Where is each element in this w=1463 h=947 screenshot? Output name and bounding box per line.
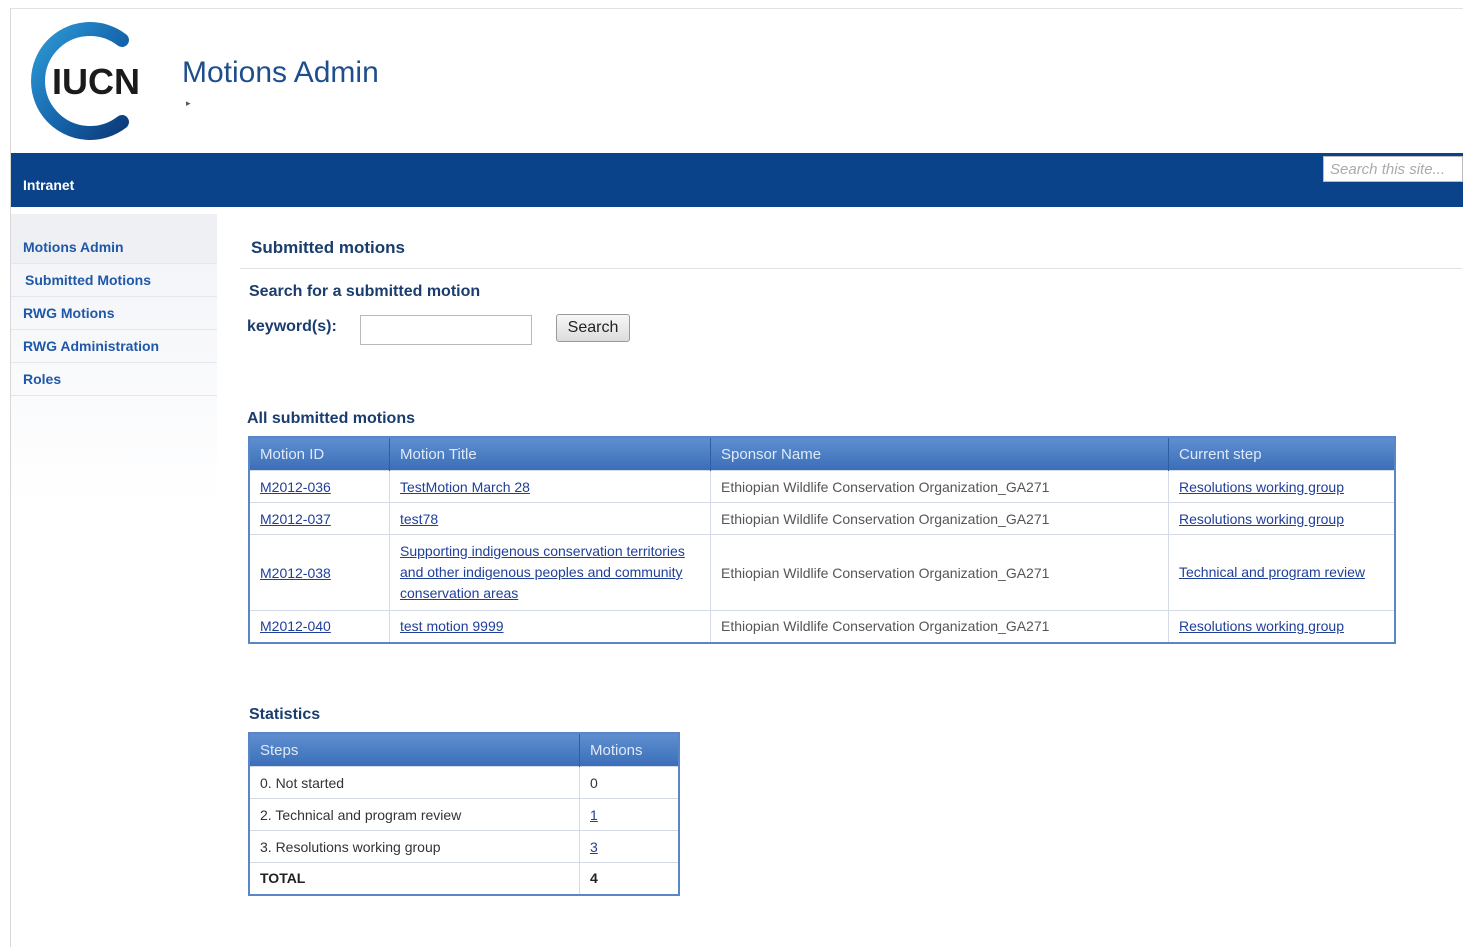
table-row: M2012-037 test78 Ethiopian Wildlife Cons… [248, 502, 1396, 535]
table-header-row: Steps Motions [249, 733, 680, 767]
step-count-link[interactable]: 3 [590, 839, 598, 855]
sidebar-item-roles[interactable]: Roles [11, 363, 217, 396]
sponsor-name: Ethiopian Wildlife Conservation Organiza… [710, 470, 1169, 503]
column-header[interactable]: Current step [1168, 437, 1396, 471]
motion-id-link[interactable]: M2012-038 [260, 565, 331, 581]
motion-title-link[interactable]: TestMotion March 28 [400, 479, 530, 495]
site-title: Motions Admin [182, 56, 379, 89]
page-title: Submitted motions [251, 238, 405, 257]
sidebar-item-rwg-administration[interactable]: RWG Administration [11, 330, 217, 363]
statistics-heading: Statistics [249, 706, 321, 723]
step-count-link[interactable]: 1 [590, 807, 598, 823]
sponsor-name: Ethiopian Wildlife Conservation Organiza… [710, 502, 1169, 535]
sidebar-item-submitted-motions[interactable]: Submitted Motions [11, 264, 217, 297]
keyword-input[interactable] [360, 315, 532, 345]
site-search-input[interactable] [1323, 156, 1463, 182]
divider [240, 268, 1462, 269]
column-header[interactable]: Motion ID [249, 437, 390, 471]
table-row: M2012-038 Supporting indigenous conserva… [248, 534, 1396, 611]
sponsor-name: Ethiopian Wildlife Conservation Organiza… [710, 534, 1169, 611]
total-label: TOTAL [248, 862, 580, 895]
current-step-link[interactable]: Resolutions working group [1179, 479, 1344, 495]
total-count: 4 [579, 862, 680, 895]
statistics-table: Steps Motions 0. Not started 0 2. Techni… [248, 732, 680, 896]
intranet-link[interactable]: Intranet [23, 177, 74, 193]
column-header: Motions [579, 733, 680, 767]
motion-title-link[interactable]: Supporting indigenous conservation terri… [400, 543, 685, 601]
current-step-link[interactable]: Resolutions working group [1179, 618, 1344, 634]
top-navigation-bar: Intranet [11, 153, 1463, 207]
motion-id-link[interactable]: M2012-036 [260, 479, 331, 495]
column-header[interactable]: Sponsor Name [710, 437, 1169, 471]
search-heading: Search for a submitted motion [249, 283, 481, 300]
table-row: M2012-040 test motion 9999 Ethiopian Wil… [248, 610, 1396, 643]
motion-id-link[interactable]: M2012-040 [260, 618, 331, 634]
sidebar-item-motions-admin[interactable]: Motions Admin [11, 214, 217, 264]
breadcrumb-arrow-icon: ▸ [186, 98, 191, 108]
table-row: 3. Resolutions working group 3 [248, 830, 680, 863]
search-button[interactable]: Search [556, 314, 630, 342]
current-step-link[interactable]: Resolutions working group [1179, 511, 1344, 527]
current-step-link[interactable]: Technical and program review [1179, 564, 1365, 580]
sidebar: Motions Admin Submitted Motions RWG Moti… [11, 214, 217, 504]
motion-title-link[interactable]: test motion 9999 [400, 618, 504, 634]
sponsor-name: Ethiopian Wildlife Conservation Organiza… [710, 610, 1169, 643]
step-name: 0. Not started [248, 766, 580, 799]
step-count: 0 [579, 766, 680, 799]
column-header: Steps [249, 733, 580, 767]
motions-table: Motion ID Motion Title Sponsor Name Curr… [248, 436, 1396, 644]
keyword-label: keyword(s): [247, 318, 337, 335]
table-row: 0. Not started 0 [248, 766, 680, 799]
step-name: 2. Technical and program review [248, 798, 580, 831]
table-header-row: Motion ID Motion Title Sponsor Name Curr… [249, 437, 1396, 471]
total-row: TOTAL 4 [248, 862, 680, 895]
motion-title-link[interactable]: test78 [400, 511, 438, 527]
table-row: M2012-036 TestMotion March 28 Ethiopian … [248, 470, 1396, 503]
step-name: 3. Resolutions working group [248, 830, 580, 863]
column-header[interactable]: Motion Title [389, 437, 711, 471]
motion-id-link[interactable]: M2012-037 [260, 511, 331, 527]
sidebar-item-rwg-motions[interactable]: RWG Motions [11, 297, 217, 330]
logo-text: IUCN [52, 61, 140, 102]
all-motions-heading: All submitted motions [247, 410, 415, 427]
table-row: 2. Technical and program review 1 [248, 798, 680, 831]
iucn-logo[interactable]: IUCN [22, 22, 144, 140]
